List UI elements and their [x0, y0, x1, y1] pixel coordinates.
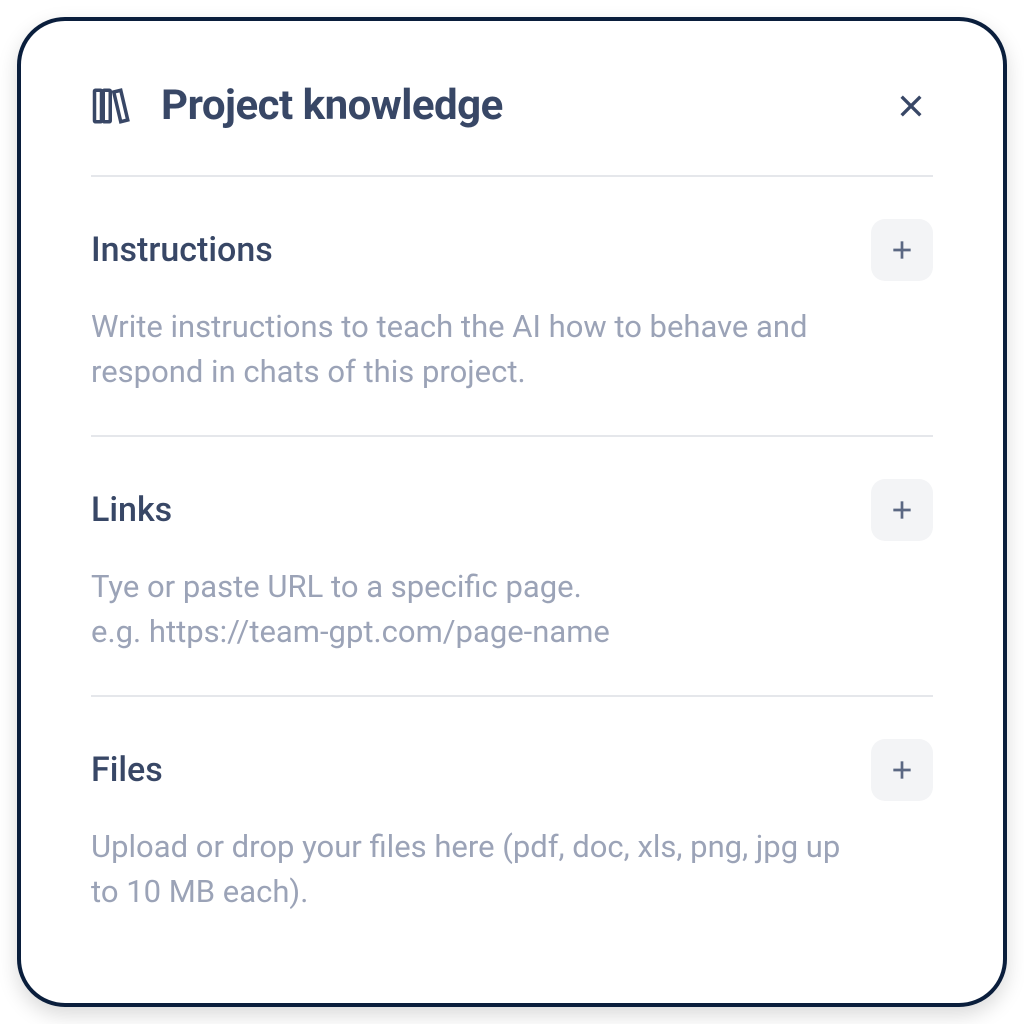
section-header: Files	[91, 739, 933, 801]
files-title: Files	[91, 750, 163, 790]
files-description: Upload or drop your files here (pdf, doc…	[91, 825, 861, 915]
instructions-section: Instructions Write instructions to teach…	[91, 177, 933, 437]
books-icon	[91, 85, 133, 127]
instructions-title: Instructions	[91, 230, 273, 270]
links-section: Links Tye or paste URL to a specific pag…	[91, 437, 933, 697]
section-header: Instructions	[91, 219, 933, 281]
links-title: Links	[91, 490, 172, 530]
files-section: Files Upload or drop your files here (pd…	[91, 697, 933, 915]
modal-title: Project knowledge	[161, 81, 503, 130]
instructions-description: Write instructions to teach the AI how t…	[91, 305, 861, 395]
section-header: Links	[91, 479, 933, 541]
links-description: Tye or paste URL to a specific page. e.g…	[91, 565, 861, 655]
header-left: Project knowledge	[91, 81, 503, 130]
project-knowledge-modal: Project knowledge Instructions Write ins…	[17, 17, 1007, 1007]
add-links-button[interactable]	[871, 479, 933, 541]
add-files-button[interactable]	[871, 739, 933, 801]
modal-header: Project knowledge	[91, 81, 933, 177]
add-instructions-button[interactable]	[871, 219, 933, 281]
close-button[interactable]	[889, 84, 933, 128]
